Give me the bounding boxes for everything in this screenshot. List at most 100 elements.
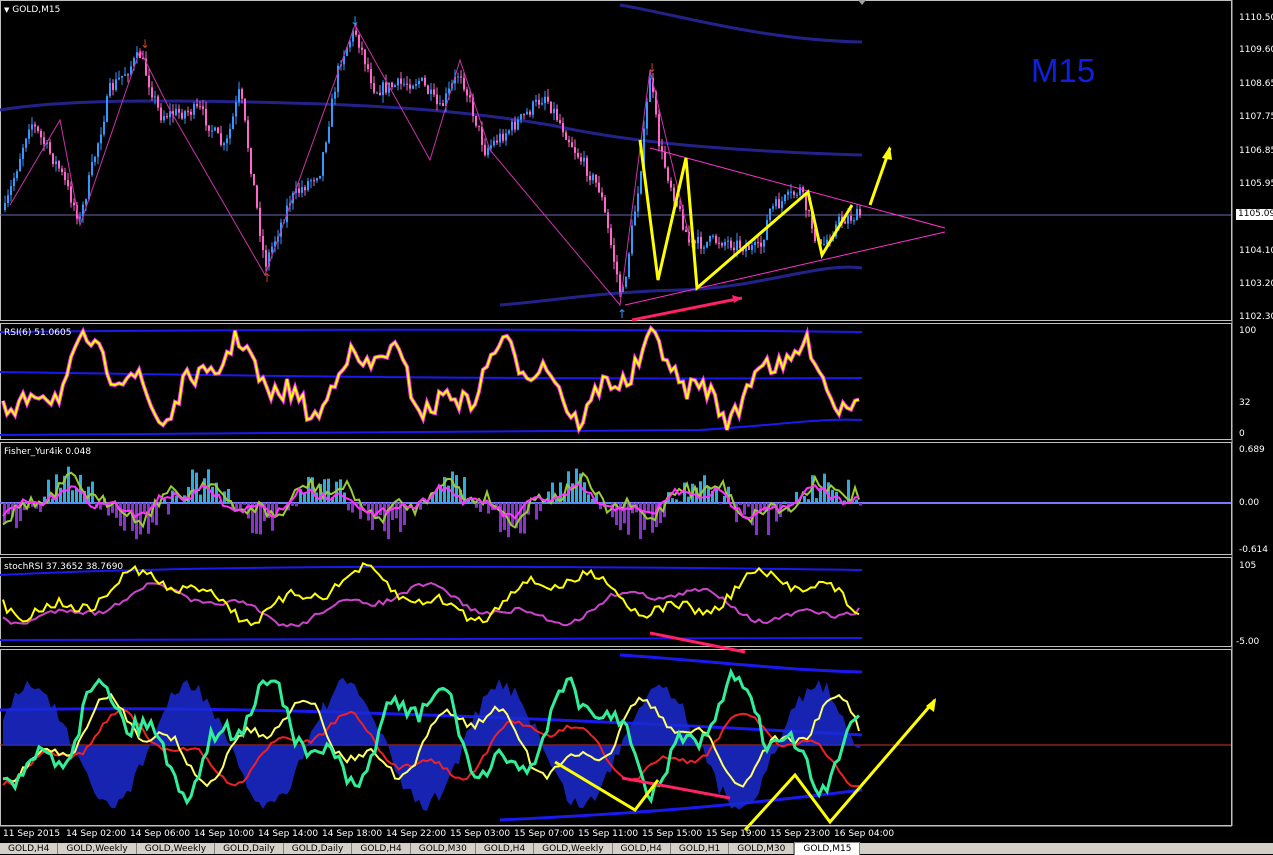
candle-body <box>211 131 213 132</box>
candle-body <box>214 128 216 131</box>
fisher-bar <box>587 494 590 503</box>
candle-body <box>532 102 534 115</box>
candle-body <box>58 161 60 168</box>
price-tick: 1110.50 <box>1239 13 1273 23</box>
candle-body <box>538 100 540 105</box>
candle-body <box>808 210 810 211</box>
fisher-bar <box>739 503 742 505</box>
candle-body <box>367 64 369 69</box>
candle-body <box>379 93 381 96</box>
candle-body <box>316 178 318 180</box>
fisher-bar <box>743 503 746 515</box>
candle-body <box>391 83 393 87</box>
candle-body <box>616 262 618 275</box>
current-price-box: 1105.09 <box>1236 209 1273 220</box>
tab-gold-weekly[interactable]: GOLD,Weekly <box>137 843 215 854</box>
candle-body <box>556 109 558 120</box>
tab-gold-m15[interactable]: GOLD,M15 <box>794 842 860 855</box>
candle-body <box>319 176 321 178</box>
chart-canvas[interactable]: ↓ ↓ ↓ ↑ ↑ <box>0 0 1273 854</box>
fisher-bar <box>323 479 326 503</box>
candle-body <box>607 212 609 228</box>
candle-body <box>754 242 756 245</box>
candle-body <box>187 111 189 112</box>
rsi-tick: 100 <box>1239 326 1256 336</box>
fisher-bar <box>119 503 122 526</box>
candle-body <box>271 247 273 253</box>
time-tick: 15 Sep 19:00 <box>706 829 766 839</box>
candle-body <box>259 208 261 236</box>
candle-body <box>115 79 117 90</box>
candle-body <box>7 195 9 203</box>
tab-gold-daily[interactable]: GOLD,Daily <box>215 843 284 854</box>
candle-body <box>457 76 459 77</box>
candle-body <box>52 153 54 164</box>
tab-gold-h1[interactable]: GOLD,H1 <box>671 843 729 854</box>
fisher-bar <box>147 503 150 534</box>
fisher-bar <box>723 496 726 503</box>
candle-body <box>550 102 552 113</box>
tab-gold-weekly[interactable]: GOLD,Weekly <box>534 843 612 854</box>
candle-body <box>232 117 234 129</box>
candle-body <box>856 209 858 220</box>
fisher-bar <box>339 479 342 503</box>
candle-body <box>307 181 309 190</box>
candle-body <box>724 242 726 246</box>
candle-body <box>586 158 588 176</box>
candle-body <box>109 83 111 96</box>
candle-body <box>406 84 408 85</box>
candle-body <box>370 69 372 83</box>
candle-body <box>85 199 87 204</box>
candle-body <box>583 158 585 162</box>
candle-body <box>250 148 252 174</box>
price-tick: 1104.10 <box>1239 246 1273 256</box>
tab-gold-h4[interactable]: GOLD,H4 <box>352 843 410 854</box>
price-tick: 1105.95 <box>1239 179 1273 189</box>
triangle-upper-line <box>650 148 945 228</box>
candle-body <box>577 153 579 157</box>
price-tick: 1106.85 <box>1239 146 1273 156</box>
tab-gold-h4[interactable]: GOLD,H4 <box>0 843 58 854</box>
tab-gold-weekly[interactable]: GOLD,Weekly <box>58 843 136 854</box>
time-tick: 14 Sep 02:00 <box>66 829 126 839</box>
fractal-up-icon: ↑ <box>617 307 627 321</box>
candle-body <box>79 217 81 219</box>
fisher-bar <box>199 495 202 503</box>
candle-body <box>784 195 786 201</box>
candle-body <box>298 188 300 192</box>
triangle-lower-line <box>625 232 945 305</box>
candle-body <box>772 206 774 209</box>
fisher-bar <box>419 503 422 510</box>
rsi-lower-band <box>0 420 862 435</box>
tab-gold-h4[interactable]: GOLD,H4 <box>613 843 671 854</box>
candle-body <box>634 211 636 225</box>
tab-gold-m30[interactable]: GOLD,M30 <box>411 843 476 854</box>
candle-body <box>256 185 258 207</box>
candle-body <box>574 147 576 153</box>
candle-body <box>712 236 714 237</box>
candle-body <box>4 203 6 210</box>
fractal-down-icon: ↓ <box>350 14 360 28</box>
candle-body <box>496 141 498 143</box>
candle-body <box>121 76 123 78</box>
candle-body <box>112 83 114 90</box>
fractal-up-icon: ↑ <box>262 271 272 285</box>
stoch-tick: -5.00 <box>1236 637 1259 647</box>
tab-gold-h4[interactable]: GOLD,H4 <box>476 843 534 854</box>
candle-body <box>355 31 357 35</box>
breakout-arrow-head <box>882 146 892 160</box>
fisher-bar <box>243 503 246 505</box>
tab-gold-m30[interactable]: GOLD,M30 <box>729 843 794 854</box>
candle-body <box>604 197 606 212</box>
fisher-bar <box>783 502 786 503</box>
candle-body <box>508 130 510 133</box>
price-tick: 1108.65 <box>1239 79 1273 89</box>
tab-gold-daily[interactable]: GOLD,Daily <box>284 843 353 854</box>
fisher-bar <box>583 482 586 503</box>
chart-shift-icon[interactable] <box>858 0 866 5</box>
candle-body <box>568 140 570 142</box>
stoch-tick: 105 <box>1239 561 1256 571</box>
menu-triangle-icon[interactable]: ▼ <box>4 6 9 14</box>
candle-body <box>847 216 849 224</box>
lower-band <box>500 267 862 305</box>
